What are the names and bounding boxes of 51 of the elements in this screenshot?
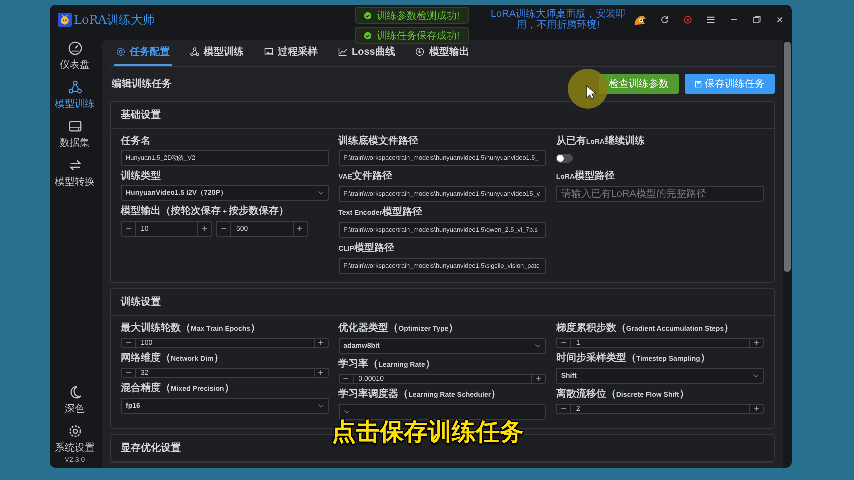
text-field[interactable]: 请输入已有LoRA模型的完整路径 [556,186,764,202]
check-circle-icon [364,12,372,20]
toggle-switch[interactable] [556,154,574,163]
select-field[interactable] [338,404,546,420]
plus-icon [534,375,543,383]
field-label: 任务名 [121,135,152,148]
output-icon [415,47,426,57]
sidebar-item[interactable]: 模型转换 [55,158,95,189]
plus-icon [752,339,760,347]
app-title: LoRA训练大师 [74,12,155,28]
promo-link[interactable]: LoRA训练大师桌面版，安装即 用，不用折腾环境! [490,9,626,31]
chevron-down-icon [344,410,350,414]
plus-icon [752,405,760,413]
tab[interactable]: 模型训练 [188,40,246,66]
sidebar-item[interactable]: 数据集 [60,119,90,150]
image-icon [264,47,274,57]
chevron-down-icon [318,404,324,408]
record-icon[interactable] [682,14,694,26]
app-logo-icon [58,13,72,27]
section-title: 训练设置 [111,289,774,316]
nodes-icon [190,47,200,57]
check-circle-icon [364,32,372,40]
moon-icon [68,385,82,400]
convert-icon [68,158,82,173]
chevron-down-icon [318,191,324,195]
chevron-down-icon [753,374,759,378]
success-toast: 训练参数检测成功! [355,7,469,24]
field-label: 训练类型 [121,170,162,183]
page-title: 编辑训练任务 [111,78,172,91]
plus-icon [296,225,304,233]
settings-icon [116,47,126,57]
refresh-icon[interactable] [659,14,671,26]
sidebar-item[interactable]: 系统设置 [55,424,95,455]
plus-icon [317,339,326,347]
chart-icon [338,47,348,57]
plus-icon [200,225,209,233]
settings-icon [68,424,82,439]
field-label: 训练底模文件路径 [338,135,420,148]
nodes-icon [68,80,82,95]
gauge-icon [68,41,82,56]
sidebar-item[interactable]: 仪表盘 [60,41,90,72]
success-toast: 训练任务保存成功! [355,27,469,44]
menu-icon[interactable] [705,14,717,26]
save-icon [695,80,702,88]
sidebar-item[interactable]: 深色 [65,385,85,416]
tab[interactable]: 任务配置 [114,40,172,66]
sidebar-item[interactable]: 模型训练 [55,80,95,111]
chevron-down-icon [535,344,542,348]
maximize-icon[interactable] [751,14,763,26]
tab[interactable]: 过程采样 [262,40,320,66]
plus-icon [317,369,326,377]
